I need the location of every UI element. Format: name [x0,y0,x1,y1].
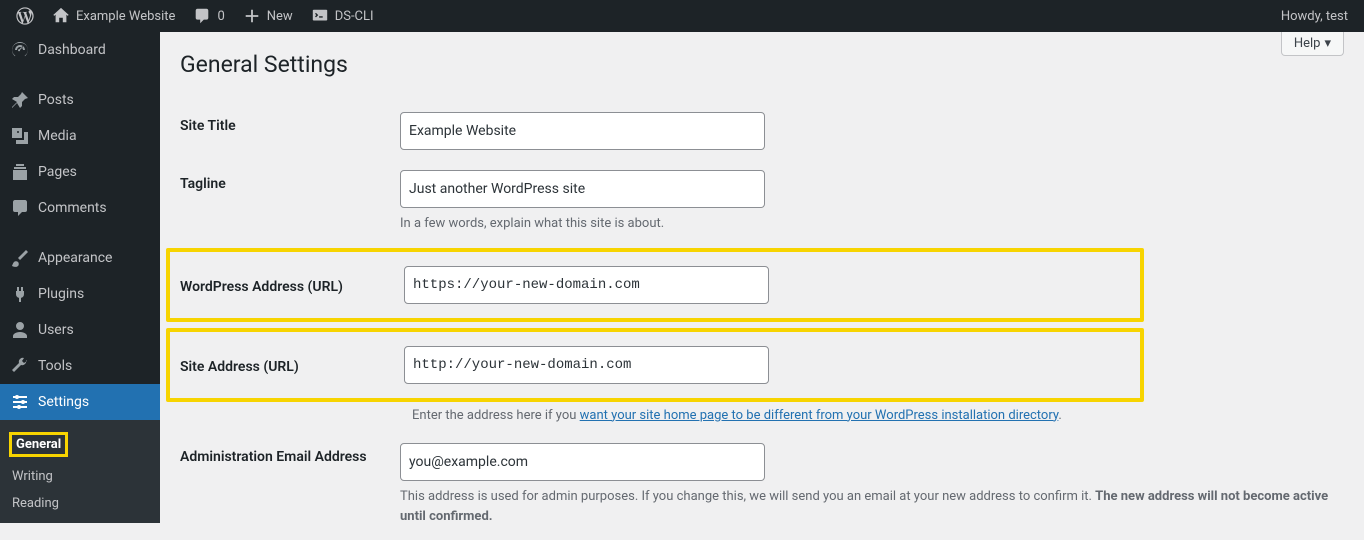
admin-toolbar: Example Website 0 New DS-CLI Howdy, test [0,0,1364,32]
page-title: General Settings [180,42,1344,98]
wordpress-logo-icon [16,7,34,25]
sidebar-item-dashboard[interactable]: Dashboard [0,32,160,68]
comments-label: Comments [38,200,107,216]
dashboard-icon [10,40,30,60]
users-label: Users [38,322,74,338]
wp-url-input[interactable] [404,266,769,304]
comment-icon [193,7,211,25]
submenu-item-general[interactable]: General [0,426,160,463]
help-tab[interactable]: Help ▾ [1281,32,1344,56]
pages-icon [10,162,30,182]
site-name-menu[interactable]: Example Website [44,0,183,32]
help-label: Help [1294,36,1321,51]
submenu-item-reading[interactable]: Reading [0,490,160,517]
row-tagline: Tagline In a few words, explain what thi… [180,164,1344,248]
sidebar-item-plugins[interactable]: Plugins [0,276,160,312]
sidebar-item-pages[interactable]: Pages [0,154,160,190]
sidebar-item-tools[interactable]: Tools [0,348,160,384]
tagline-input[interactable] [400,170,765,208]
admin-email-description: This address is used for admin purposes.… [400,487,1344,526]
howdy-text: Howdy, test [1281,9,1348,24]
comments-count: 0 [217,9,224,24]
home-icon [52,7,70,25]
sidebar-item-users[interactable]: Users [0,312,160,348]
site-url-label: Site Address (URL) [180,355,404,375]
sliders-icon [10,392,30,412]
site-title-input[interactable] [400,112,765,150]
settings-submenu: General Writing Reading [0,420,160,523]
settings-label: Settings [38,394,89,410]
site-url-input[interactable] [404,346,769,384]
general-label: General [9,432,68,457]
sidebar-item-comments[interactable]: Comments [0,190,160,226]
brush-icon [10,248,30,268]
site-title-label: Site Title [180,112,400,134]
wrench-icon [10,356,30,376]
row-site-title: Site Title [180,98,1344,164]
admin-sidebar: Dashboard Posts Media Pages Comments App… [0,32,160,520]
dscli-label: DS-CLI [335,9,374,24]
media-icon [10,126,30,146]
sidebar-item-settings[interactable]: Settings [0,384,160,420]
reading-label: Reading [12,496,59,511]
appearance-label: Appearance [38,250,112,266]
highlight-site-url: Site Address (URL) [166,328,1144,402]
site-url-help-link[interactable]: want your site home page to be different… [580,408,1059,423]
tools-label: Tools [38,358,72,374]
admin-email-label: Administration Email Address [180,443,400,465]
admin-email-input[interactable] [400,443,765,481]
sidebar-item-media[interactable]: Media [0,118,160,154]
account-menu[interactable]: Howdy, test [1273,0,1356,32]
dscli-menu[interactable]: DS-CLI [303,0,382,32]
highlight-wp-url: WordPress Address (URL) [166,248,1144,322]
row-admin-email: Administration Email Address This addres… [180,425,1344,540]
pushpin-icon [10,90,30,110]
plus-icon [243,7,261,25]
tagline-label: Tagline [180,170,400,192]
terminal-icon [311,7,329,25]
site-url-description: Enter the address here if you want your … [412,406,1344,426]
submenu-item-writing[interactable]: Writing [0,463,160,490]
new-content-menu[interactable]: New [235,0,301,32]
posts-label: Posts [38,92,74,108]
dashboard-label: Dashboard [38,42,106,58]
comments-menu[interactable]: 0 [185,0,232,32]
user-icon [10,320,30,340]
plug-icon [10,284,30,304]
site-name-label: Example Website [76,9,175,24]
new-label: New [267,9,293,24]
comments-icon [10,198,30,218]
pages-label: Pages [38,164,77,180]
writing-label: Writing [12,469,53,484]
sidebar-item-appearance[interactable]: Appearance [0,240,160,276]
wp-url-label: WordPress Address (URL) [180,275,404,295]
dropdown-arrow-icon: ▾ [1324,36,1331,51]
tagline-description: In a few words, explain what this site i… [400,214,1344,234]
wp-logo-menu[interactable] [8,0,42,32]
main-content: Help ▾ General Settings Site Title Tagli… [160,32,1364,520]
sidebar-item-posts[interactable]: Posts [0,82,160,118]
plugins-label: Plugins [38,286,84,302]
media-label: Media [38,128,77,144]
